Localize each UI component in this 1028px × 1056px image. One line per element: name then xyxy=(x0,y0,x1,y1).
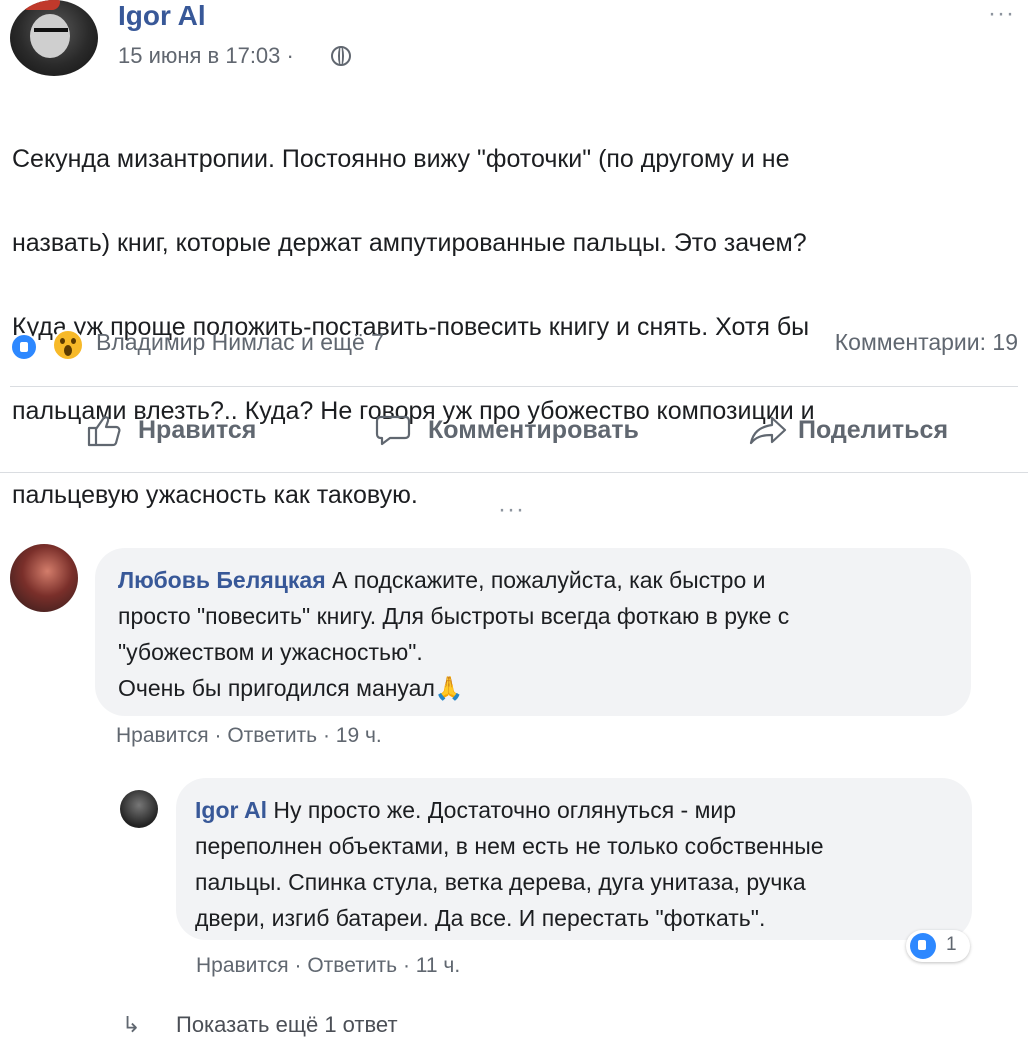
post-text-line: назвать) книг, которые держат ампутирова… xyxy=(12,229,807,257)
like-reaction-icon xyxy=(910,933,936,959)
like-reaction-icon[interactable] xyxy=(10,333,38,361)
divider xyxy=(0,472,1028,473)
comment-reply-link[interactable]: Ответить xyxy=(227,724,317,747)
reply-line: переполнен объектами, в нем есть не толь… xyxy=(195,833,824,859)
like-button[interactable]: Нравится xyxy=(138,416,256,445)
show-more-replies-link[interactable]: Показать ещё 1 ответ xyxy=(176,1012,398,1038)
post-author[interactable]: Igor Al xyxy=(118,0,206,32)
comment-button[interactable]: Комментировать xyxy=(428,416,639,445)
comment-line: "убожеством и ужасностью". xyxy=(118,639,423,665)
reply-line: пальцы. Спинка стула, ветка дерева, дуга… xyxy=(195,869,806,895)
post-timestamp[interactable]: 15 июня в 17:03 · xyxy=(118,43,294,69)
comment-like-link[interactable]: Нравится xyxy=(116,724,209,747)
share-button[interactable]: Поделиться xyxy=(798,416,948,445)
separator: · xyxy=(322,724,336,747)
comment-meta: Нравится · Ответить · 19 ч. xyxy=(116,724,382,748)
reply-reactions-badge[interactable]: 1 xyxy=(906,930,970,962)
wow-mouth xyxy=(64,345,72,356)
comment-text: Любовь Беляцкая А подскажите, пожалуйста… xyxy=(118,562,958,706)
reply-reply-link[interactable]: Ответить xyxy=(307,954,397,977)
comment-author[interactable]: Любовь Беляцкая xyxy=(118,567,326,593)
separator: · xyxy=(402,954,416,977)
more-options-icon[interactable]: ··· xyxy=(988,0,1015,28)
reply-text: Igor Al Ну просто же. Достаточно оглянут… xyxy=(195,792,965,936)
post-text: Секунда мизантропии. Постоянно вижу "фот… xyxy=(12,96,1012,558)
hat-shape xyxy=(20,0,60,10)
reply-time[interactable]: 11 ч. xyxy=(416,954,460,977)
wow-eye xyxy=(60,338,65,344)
reply-like-link[interactable]: Нравится xyxy=(196,954,289,977)
reply-author-avatar[interactable] xyxy=(120,790,158,828)
reactions-summary[interactable]: Владимир Нимлас и ещё 7 xyxy=(96,329,384,356)
like-thumb-icon xyxy=(87,416,121,447)
wow-reaction-icon[interactable] xyxy=(52,329,84,361)
comment-bubble-icon xyxy=(375,415,411,446)
separator: · xyxy=(214,724,228,747)
reply-author[interactable]: Igor Al xyxy=(195,797,267,823)
reply-meta: Нравится · Ответить · 11 ч. xyxy=(196,954,460,978)
post-text-line: Секунда мизантропии. Постоянно вижу "фот… xyxy=(12,145,790,173)
commenter-avatar[interactable] xyxy=(10,544,78,612)
reply-line: Ну просто же. Достаточно оглянуться - ми… xyxy=(266,797,737,823)
reply-line: двери, изгиб батареи. Да все. И перестат… xyxy=(195,905,766,931)
globe-icon xyxy=(331,46,351,66)
separator: · xyxy=(294,954,308,977)
comment-time[interactable]: 19 ч. xyxy=(336,724,382,747)
glasses-shape xyxy=(34,28,68,40)
reply-reactions-count: 1 xyxy=(946,934,957,955)
reply-arrow-icon: ↳ xyxy=(122,1012,141,1037)
wow-eye xyxy=(71,338,76,344)
share-arrow-icon xyxy=(749,416,787,445)
comments-count[interactable]: Комментарии: 19 xyxy=(835,329,1018,356)
comment-line: А подскажите, пожалуйста, как быстро и xyxy=(325,567,766,593)
comment-line: просто "повесить" книгу. Для быстроты вс… xyxy=(118,603,790,629)
author-avatar[interactable] xyxy=(10,0,98,76)
more-options-icon[interactable]: ··· xyxy=(498,496,525,524)
divider xyxy=(10,386,1018,387)
comment-line: Очень бы пригодился мануал🙏 xyxy=(118,675,464,701)
